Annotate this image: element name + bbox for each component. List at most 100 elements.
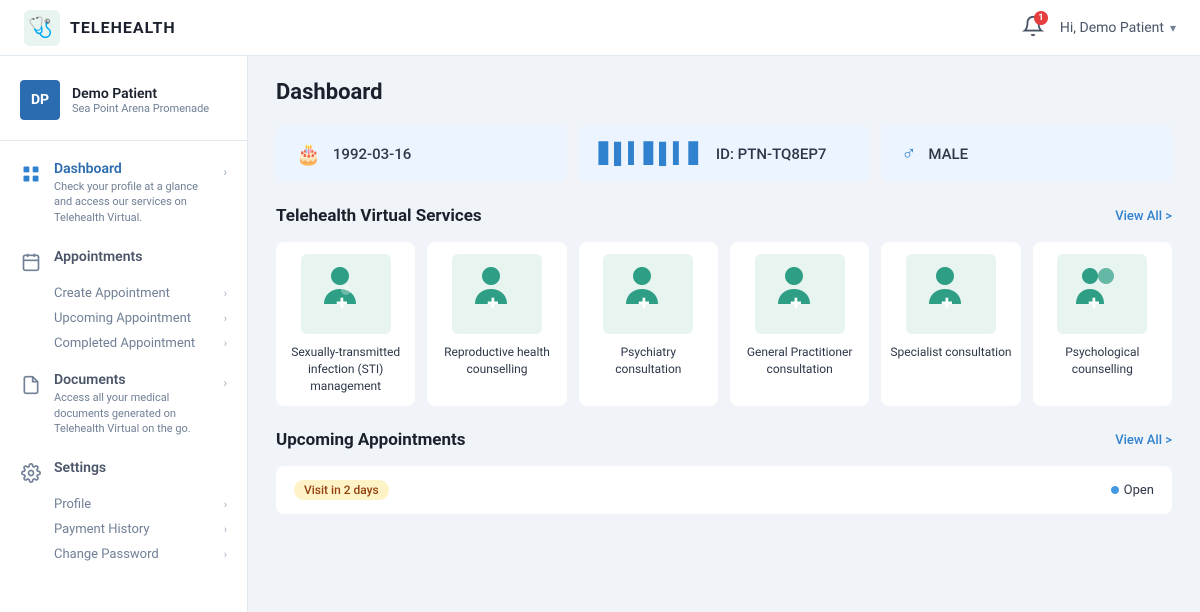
dob-value: 1992-03-16 — [333, 145, 411, 163]
profile-label: Profile — [54, 497, 91, 512]
psychiatry-label: Psychiatry consultation — [587, 344, 710, 378]
documents-chevron-icon: › — [223, 376, 227, 390]
reproductive-label: Reproductive health counselling — [435, 344, 558, 378]
user-info: DP Demo Patient Sea Point Arena Promenad… — [0, 72, 247, 141]
sidebar-item-completed-appointment[interactable]: Completed Appointment › — [0, 331, 247, 356]
payment-history-label: Payment History — [54, 522, 150, 537]
gender-value: MALE — [928, 145, 968, 163]
logo-icon: 🩺 — [24, 10, 60, 46]
services-title: Telehealth Virtual Services — [276, 206, 482, 226]
upcoming-appointment-chevron: › — [224, 312, 227, 325]
svg-text:✚: ✚ — [790, 296, 802, 312]
dashboard-chevron-icon: › — [223, 165, 227, 179]
change-password-chevron: › — [224, 548, 227, 561]
service-card-specialist[interactable]: ✚ Specialist consultation — [881, 242, 1020, 406]
open-status: Open — [1111, 483, 1154, 498]
services-grid: ✚ Sexually-transmitted infection (STI) m… — [276, 242, 1172, 406]
appointments-nav-title: Appointments — [54, 249, 227, 265]
dashboard-nav-desc: Check your profile at a glance and acces… — [54, 179, 211, 225]
sidebar-item-payment-history[interactable]: Payment History › — [0, 517, 247, 542]
psychological-icon-bg: ✚ — [1057, 254, 1147, 334]
nav-section-appointments: Appointments Create Appointment › Upcomi… — [0, 237, 247, 360]
user-menu[interactable]: Hi, Demo Patient ▾ — [1060, 20, 1176, 36]
settings-icon — [20, 462, 42, 484]
info-card-id: ▋▌▍▋▌▍▋ ID: PTN-TQ8EP7 — [579, 125, 870, 182]
dashboard-nav-content: Dashboard Check your profile at a glance… — [54, 161, 211, 225]
barcode-icon: ▋▌▍▋▌▍▋ — [599, 141, 704, 166]
documents-icon — [20, 374, 42, 396]
birthday-icon: 🎂 — [296, 142, 321, 166]
gp-label: General Practitioner consultation — [738, 344, 861, 378]
profile-chevron: › — [224, 498, 227, 511]
change-password-label: Change Password — [54, 547, 159, 562]
completed-appointment-label: Completed Appointment — [54, 336, 195, 351]
documents-nav-content: Documents Access all your medical docume… — [54, 372, 211, 436]
open-label: Open — [1124, 483, 1154, 498]
sidebar-item-documents[interactable]: Documents Access all your medical docume… — [0, 364, 247, 444]
completed-appointment-chevron: › — [224, 337, 227, 350]
sidebar-item-appointments[interactable]: Appointments — [0, 241, 247, 281]
settings-nav-content: Settings — [54, 460, 227, 476]
sti-label: Sexually-transmitted infection (STI) man… — [284, 344, 407, 394]
service-card-psychological[interactable]: ✚ Psychological counselling — [1033, 242, 1172, 406]
sidebar-item-upcoming-appointment[interactable]: Upcoming Appointment › — [0, 306, 247, 331]
reproductive-doctor-icon: ✚ — [465, 262, 529, 326]
info-card-gender: ♂ MALE — [881, 125, 1172, 182]
service-card-gp[interactable]: ✚ General Practitioner consultation — [730, 242, 869, 406]
psychiatry-icon-bg: ✚ — [603, 254, 693, 334]
sidebar-item-create-appointment[interactable]: Create Appointment › — [0, 281, 247, 306]
upcoming-view-all[interactable]: View All > — [1115, 433, 1172, 448]
documents-nav-desc: Access all your medical documents genera… — [54, 390, 211, 436]
documents-nav-title: Documents — [54, 372, 211, 388]
specialist-label: Specialist consultation — [890, 344, 1011, 361]
service-card-psychiatry[interactable]: ✚ Psychiatry consultation — [579, 242, 718, 406]
info-cards: 🎂 1992-03-16 ▋▌▍▋▌▍▋ ID: PTN-TQ8EP7 ♂ MA… — [276, 125, 1172, 182]
patient-id-value: ID: PTN-TQ8EP7 — [716, 145, 827, 163]
logo: 🩺 TELEHEALTH — [24, 10, 176, 46]
open-dot-icon — [1111, 486, 1119, 494]
svg-text:✚: ✚ — [638, 296, 650, 312]
sidebar-item-profile[interactable]: Profile › — [0, 492, 247, 517]
specialist-doctor-icon: ✚ — [919, 262, 983, 326]
settings-nav-title: Settings — [54, 460, 227, 476]
main-content: Dashboard 🎂 1992-03-16 ▋▌▍▋▌▍▋ ID: PTN-T… — [248, 56, 1200, 612]
create-appointment-chevron: › — [224, 287, 227, 300]
service-card-sti[interactable]: ✚ Sexually-transmitted infection (STI) m… — [276, 242, 415, 406]
svg-text:✚: ✚ — [941, 296, 953, 312]
psychological-label: Psychological counselling — [1041, 344, 1164, 378]
user-subtitle: Sea Point Arena Promenade — [72, 102, 209, 115]
upcoming-card[interactable]: Visit in 2 days Open — [276, 466, 1172, 514]
logo-text: TELEHEALTH — [70, 18, 176, 37]
svg-text:✚: ✚ — [1088, 296, 1100, 312]
sti-icon-bg: ✚ — [301, 254, 391, 334]
user-greeting: Hi, Demo Patient — [1060, 20, 1164, 36]
sti-doctor-icon: ✚ — [314, 262, 378, 326]
specialist-icon-bg: ✚ — [906, 254, 996, 334]
service-card-reproductive[interactable]: ✚ Reproductive health counselling — [427, 242, 566, 406]
sidebar-item-change-password[interactable]: Change Password › — [0, 542, 247, 567]
chevron-down-icon: ▾ — [1170, 21, 1176, 35]
upcoming-appointment-label: Upcoming Appointment — [54, 311, 191, 326]
sidebar-item-dashboard[interactable]: Dashboard Check your profile at a glance… — [0, 153, 247, 233]
services-view-all[interactable]: View All > — [1115, 209, 1172, 224]
appointments-icon — [20, 251, 42, 273]
app-body: DP Demo Patient Sea Point Arena Promenad… — [0, 56, 1200, 612]
create-appointment-label: Create Appointment — [54, 286, 170, 301]
dashboard-icon — [20, 163, 42, 185]
sidebar: DP Demo Patient Sea Point Arena Promenad… — [0, 56, 248, 612]
psychiatry-doctor-icon: ✚ — [616, 262, 680, 326]
psychological-doctor-icon: ✚ — [1070, 262, 1134, 326]
avatar: DP — [20, 80, 60, 120]
info-card-dob: 🎂 1992-03-16 — [276, 125, 567, 182]
app-header: 🩺 TELEHEALTH 1 Hi, Demo Patient ▾ — [0, 0, 1200, 56]
upcoming-title: Upcoming Appointments — [276, 430, 466, 450]
nav-section-settings: Settings Profile › Payment History › Cha… — [0, 448, 247, 571]
sidebar-item-settings[interactable]: Settings — [0, 452, 247, 492]
notification-bell[interactable]: 1 — [1022, 15, 1044, 41]
svg-text:🩺: 🩺 — [28, 15, 53, 39]
user-name: Demo Patient — [72, 86, 209, 102]
upcoming-badge: Visit in 2 days — [294, 480, 389, 500]
upcoming-section-header: Upcoming Appointments View All > — [276, 430, 1172, 450]
svg-text:✚: ✚ — [336, 296, 348, 312]
gp-doctor-icon: ✚ — [768, 262, 832, 326]
